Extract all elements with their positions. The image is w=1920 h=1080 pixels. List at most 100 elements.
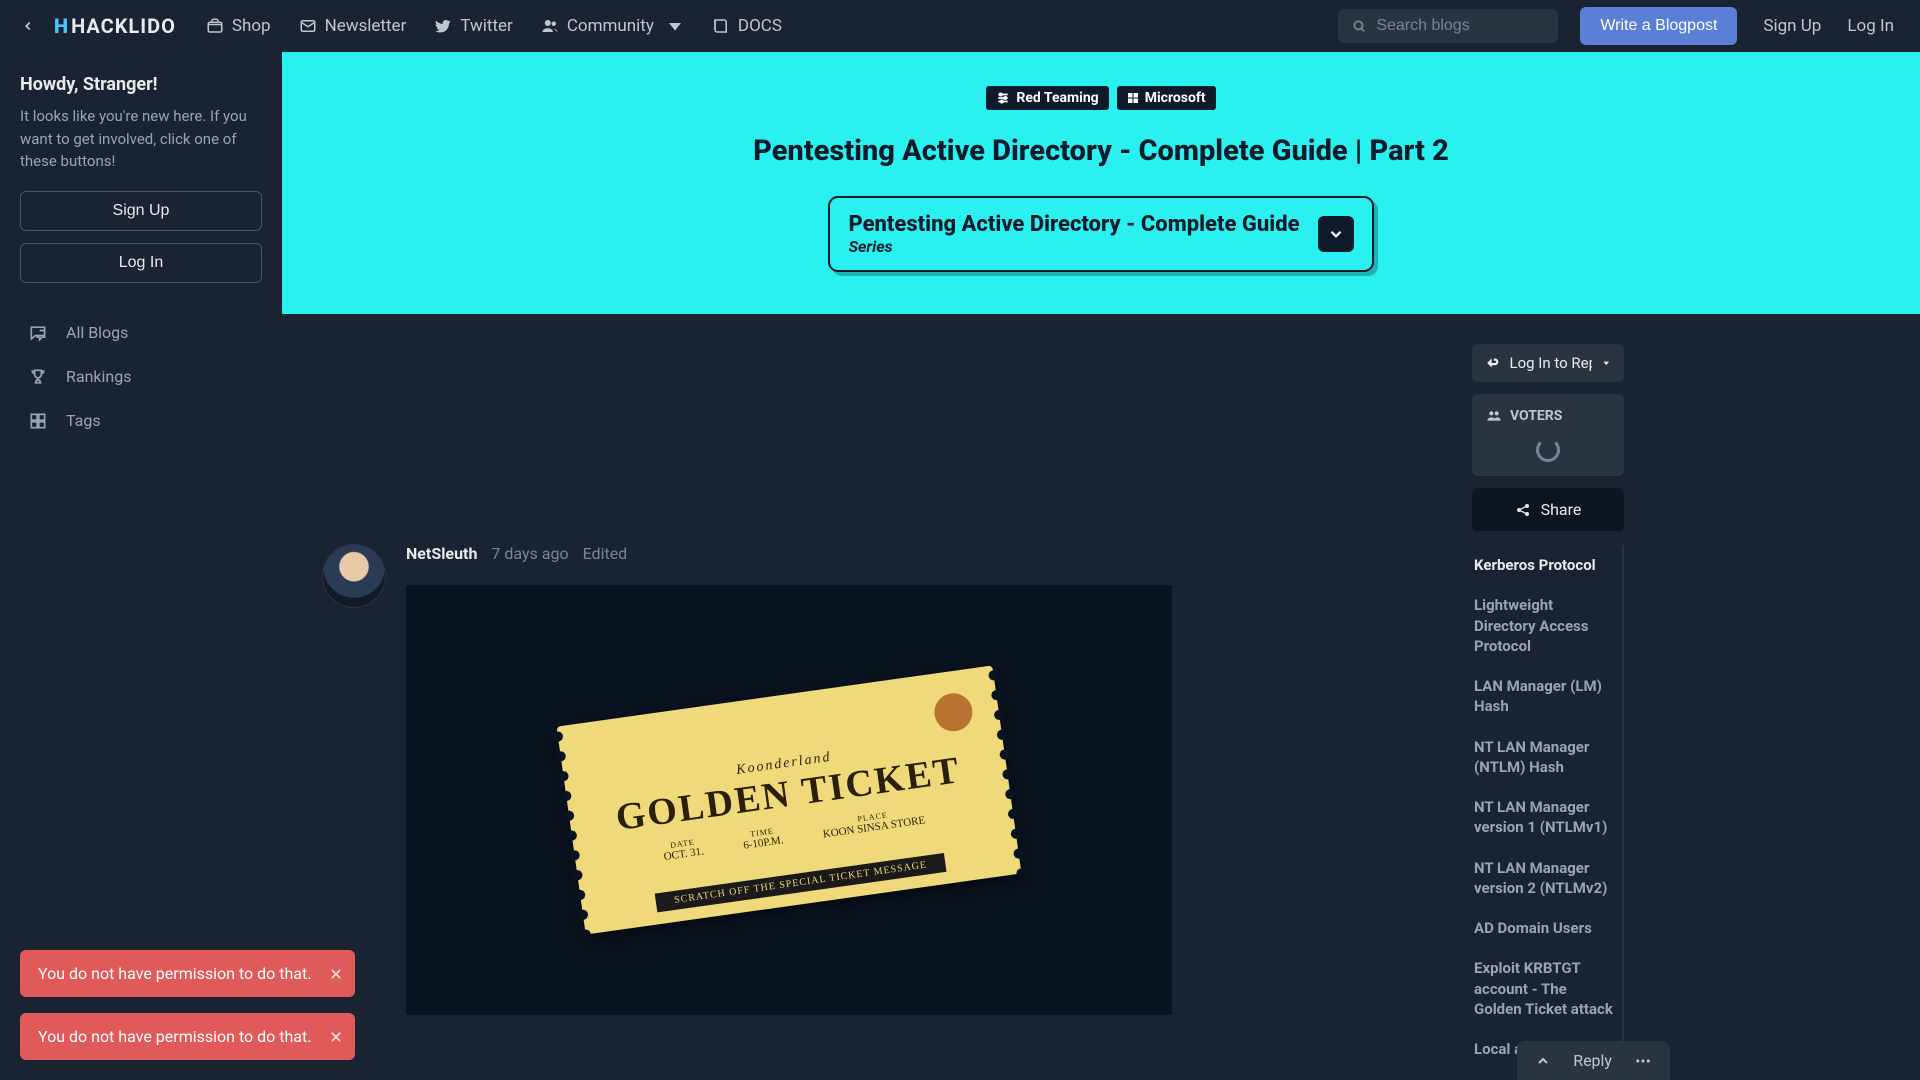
site-logo[interactable]: H HACKLIDO (54, 14, 176, 38)
toc-item[interactable]: AD Domain Users (1472, 908, 1616, 948)
sidebar-login-button[interactable]: Log In (20, 243, 262, 283)
logo-text: HACKLIDO (71, 14, 176, 38)
chat-icon (28, 323, 48, 343)
alert-text: You do not have permission to do that. (38, 1027, 311, 1046)
golden-ticket-illustration: Koonderland GOLDEN TICKET DATEOCT. 31. T… (557, 665, 1022, 934)
sidebar-signup-button[interactable]: Sign Up (20, 191, 262, 231)
voters-label: VOTERS (1510, 408, 1562, 424)
toc-item[interactable]: Kerberos Protocol (1472, 545, 1616, 585)
microsoft-icon (1127, 92, 1139, 104)
shop-icon (206, 17, 224, 35)
nav-shop-label: Shop (232, 16, 271, 36)
reply-arrow-icon (1486, 355, 1500, 371)
series-subtitle: Series (848, 237, 1299, 256)
close-icon (329, 1030, 343, 1044)
nav-twitter[interactable]: Twitter (434, 16, 512, 36)
logo-mark: H (54, 14, 69, 38)
sidebar-item-all-blogs[interactable]: All Blogs (20, 311, 262, 355)
tag-label: Red Teaming (1016, 90, 1098, 106)
toc-item[interactable]: NT LAN Manager version 1 (NTLMv1) (1472, 787, 1616, 848)
post-time: 7 days ago (491, 544, 568, 563)
tag-microsoft[interactable]: Microsoft (1117, 86, 1216, 110)
permission-alert: You do not have permission to do that. (20, 950, 355, 997)
book-icon (712, 17, 730, 35)
toc-item[interactable]: Lightweight Directory Access Protocol (1472, 585, 1616, 666)
alerts-container: You do not have permission to do that. Y… (20, 950, 355, 1060)
post-header: NetSleuth 7 days ago Edited Koonderland … (322, 544, 1442, 1015)
nav-newsletter[interactable]: Newsletter (299, 16, 407, 36)
ellipsis-icon (1634, 1052, 1652, 1070)
alert-text: You do not have permission to do that. (38, 964, 311, 983)
nav-signup-link[interactable]: Sign Up (1763, 16, 1821, 36)
sidebar-greeting: Howdy, Stranger! (20, 74, 262, 95)
chevron-up-icon (1535, 1053, 1551, 1069)
author-name[interactable]: NetSleuth (406, 544, 477, 563)
caret-down-icon (1602, 358, 1610, 368)
tags-row: Red Teaming Microsoft (986, 86, 1215, 110)
series-expand-button[interactable] (1318, 216, 1354, 252)
more-menu-button[interactable] (1634, 1052, 1652, 1070)
reply-bar: Reply (1517, 1041, 1670, 1080)
back-button[interactable] (12, 10, 44, 42)
sidebar-item-label: All Blogs (66, 323, 128, 342)
nav-shop[interactable]: Shop (206, 16, 271, 36)
scroll-top-button[interactable] (1535, 1053, 1551, 1069)
search-icon (1352, 18, 1366, 34)
toc-item[interactable]: Exploit KRBTGT account - The Golden Tick… (1472, 948, 1616, 1029)
nav-docs[interactable]: DOCS (712, 16, 782, 36)
twitter-icon (434, 17, 452, 35)
toc-item[interactable]: NT LAN Manager version 2 (NTLMv2) (1472, 848, 1616, 909)
sidebar-item-tags[interactable]: Tags (20, 399, 262, 443)
author-avatar[interactable] (322, 544, 386, 608)
post-column: NetSleuth 7 days ago Edited Koonderland … (322, 344, 1442, 1065)
nav-links: Shop Newsletter Twitter Community DOCS (206, 16, 782, 36)
post-edited: Edited (583, 544, 628, 563)
series-title: Pentesting Active Directory - Complete G… (848, 212, 1299, 237)
hero-banner: Red Teaming Microsoft Pentesting Active … (282, 52, 1920, 314)
users-icon (541, 17, 559, 35)
share-icon (1515, 502, 1531, 518)
permission-alert: You do not have permission to do that. (20, 1013, 355, 1060)
login-reply-label: Log In to Reply (1510, 354, 1592, 372)
alert-close-button[interactable] (329, 1030, 343, 1044)
toc-item[interactable]: NT LAN Manager (NTLM) Hash (1472, 727, 1616, 788)
nav-community[interactable]: Community (541, 16, 684, 36)
search-box[interactable] (1338, 9, 1558, 43)
users-icon (1486, 408, 1502, 424)
nav-community-label: Community (567, 16, 654, 36)
caret-down-icon (666, 17, 684, 35)
coin-icon (932, 691, 975, 734)
mail-icon (299, 17, 317, 35)
sidebar-nav: All Blogs Rankings Tags (20, 311, 262, 443)
tag-label: Microsoft (1145, 90, 1206, 106)
close-icon (329, 967, 343, 981)
nav-twitter-label: Twitter (460, 16, 512, 36)
login-to-reply-button[interactable]: Log In to Reply (1472, 344, 1624, 382)
sidebar-item-label: Tags (66, 411, 101, 430)
voters-panel: VOTERS (1472, 394, 1624, 476)
reply-button[interactable]: Reply (1573, 1051, 1612, 1070)
alert-close-button[interactable] (329, 967, 343, 981)
sliders-icon (996, 91, 1010, 105)
toc-item[interactable]: LAN Manager (LM) Hash (1472, 666, 1616, 727)
sidebar-intro: It looks like you're new here. If you wa… (20, 105, 262, 173)
nav-auth: Sign Up Log In (1763, 16, 1894, 36)
chevron-left-icon (21, 19, 35, 33)
right-column: Log In to Reply VOTERS Share Kerberos Pr… (1472, 344, 1624, 1065)
post-hero-image: Koonderland GOLDEN TICKET DATEOCT. 31. T… (406, 585, 1172, 1015)
loading-spinner-icon (1536, 438, 1560, 462)
search-input[interactable] (1376, 17, 1544, 35)
write-blogpost-button[interactable]: Write a Blogpost (1580, 7, 1737, 45)
table-of-contents: Kerberos Protocol Lightweight Directory … (1472, 545, 1624, 1065)
nav-docs-label: DOCS (738, 16, 782, 36)
grid-icon (28, 411, 48, 431)
post-meta: NetSleuth 7 days ago Edited (406, 544, 1172, 563)
content-row: NetSleuth 7 days ago Edited Koonderland … (282, 314, 1920, 1065)
nav-login-link[interactable]: Log In (1847, 16, 1894, 36)
sidebar-item-rankings[interactable]: Rankings (20, 355, 262, 399)
share-button[interactable]: Share (1472, 488, 1624, 531)
tag-red-teaming[interactable]: Red Teaming (986, 86, 1108, 110)
nav-newsletter-label: Newsletter (325, 16, 407, 36)
trophy-icon (28, 367, 48, 387)
series-card[interactable]: Pentesting Active Directory - Complete G… (828, 196, 1373, 272)
